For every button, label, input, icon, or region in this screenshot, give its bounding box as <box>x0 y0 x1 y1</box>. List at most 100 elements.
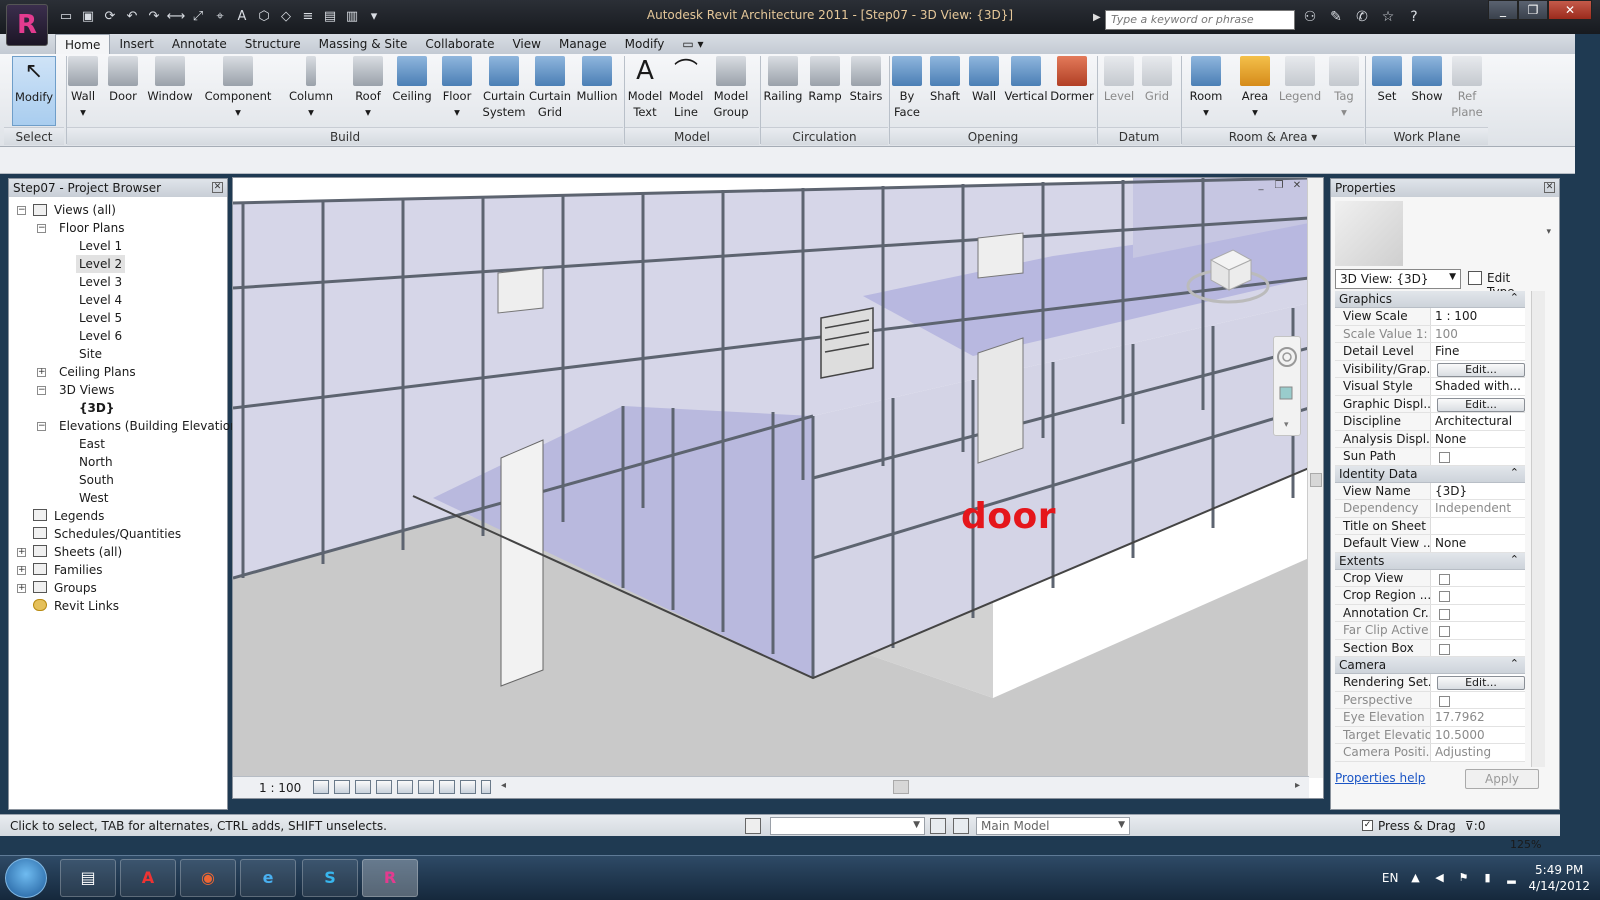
stairs-button[interactable]: Stairs <box>846 56 886 104</box>
door-button[interactable]: Door <box>106 56 140 104</box>
open-icon[interactable]: ▭ <box>56 8 76 26</box>
collapse-icon[interactable]: − <box>37 386 46 395</box>
subscription-icon[interactable]: ✎ <box>1326 8 1346 26</box>
expand-icon[interactable]: + <box>17 548 26 557</box>
filter-count[interactable]: ⊽:0 <box>1465 819 1485 833</box>
grid-button[interactable]: Grid <box>1140 56 1174 104</box>
default-view-template-field[interactable]: None <box>1430 535 1525 552</box>
show-crop-region-icon[interactable] <box>418 780 434 794</box>
annotation-crop-checkbox[interactable] <box>1439 608 1450 620</box>
rendering-settings-edit-button[interactable]: Edit... <box>1437 676 1525 690</box>
view-scale-button[interactable]: 1 : 100 <box>259 781 301 795</box>
analysis-display-field[interactable]: None <box>1430 430 1525 447</box>
shaft-button[interactable]: Shaft <box>928 56 962 104</box>
start-button[interactable] <box>5 858 47 898</box>
ref-plane-button[interactable]: Ref Plane <box>1450 56 1484 120</box>
revit-taskbar-icon[interactable]: R <box>362 859 418 897</box>
area-button[interactable]: Area ▾ <box>1238 56 1272 120</box>
collapse-icon[interactable]: − <box>37 422 46 431</box>
modify-button[interactable]: ↖ Modify <box>12 56 56 126</box>
clock[interactable]: 5:49 PM 4/14/2012 <box>1528 862 1590 894</box>
collapse-icon[interactable]: − <box>37 224 46 233</box>
save-icon[interactable]: ▣ <box>78 8 98 26</box>
vertical-scrollbar[interactable] <box>1307 178 1323 778</box>
sync-icon[interactable]: ⟳ <box>100 8 120 26</box>
room-button[interactable]: Room ▾ <box>1186 56 1226 120</box>
tree-groups[interactable]: Groups <box>54 579 97 597</box>
railing-button[interactable]: Railing <box>762 56 804 104</box>
tree-elevation-east[interactable]: East <box>79 435 105 453</box>
ribbon-minimize-toggle[interactable]: ▭ ▾ <box>673 34 712 54</box>
graphic-display-edit-button[interactable]: Edit... <box>1437 397 1525 412</box>
sun-path-icon[interactable] <box>355 780 371 794</box>
switch-windows-icon[interactable]: ▥ <box>342 8 362 26</box>
tree-level-1[interactable]: Level 1 <box>79 237 122 255</box>
far-clip-checkbox[interactable] <box>1439 626 1450 637</box>
vertical-scroll-thumb[interactable] <box>1310 473 1322 487</box>
crop-view-checkbox[interactable] <box>1439 573 1450 585</box>
undo-icon[interactable]: ↶ <box>122 8 142 26</box>
panel-room-area[interactable]: Room & Area ▾ <box>1182 127 1364 145</box>
tree-ceiling-plans[interactable]: Ceiling Plans <box>59 363 136 381</box>
favorites-icon[interactable]: ☆ <box>1378 8 1398 26</box>
tree-views-all[interactable]: Views (all) <box>54 201 116 219</box>
worksets-icon[interactable] <box>745 818 761 834</box>
workset-dropdown[interactable]: ▼ <box>770 817 925 835</box>
discipline-field[interactable]: Architectural <box>1430 413 1525 430</box>
view-restore-icon[interactable]: ❐ <box>1273 180 1285 192</box>
help-icon[interactable]: ? <box>1404 8 1424 26</box>
language-indicator[interactable]: EN <box>1382 871 1399 885</box>
apply-button[interactable]: Apply <box>1465 769 1539 789</box>
application-menu-button[interactable]: R <box>6 4 48 46</box>
type-selector-dropdown[interactable]: 3D View: {3D} ▼ <box>1335 269 1461 289</box>
file-explorer-icon[interactable]: ▤ <box>60 859 116 897</box>
dimension-icon[interactable]: ⤢ <box>188 8 208 26</box>
shadows-icon[interactable] <box>376 780 392 794</box>
tree-3d-views[interactable]: 3D Views <box>59 381 114 399</box>
scroll-left-icon[interactable]: ◂ <box>501 780 506 791</box>
tree-elevations[interactable]: Elevations (Building Elevation) <box>59 417 242 435</box>
legend-button[interactable]: Legend <box>1278 56 1322 104</box>
tab-collaborate[interactable]: Collaborate <box>416 34 503 54</box>
title-on-sheet-field[interactable] <box>1430 517 1525 534</box>
qat-dropdown-icon[interactable]: ▾ <box>364 8 384 26</box>
network-icon[interactable]: ▂ <box>1504 871 1518 885</box>
group-identity-data[interactable]: Identity Data ⌃ <box>1335 465 1525 483</box>
visibility-edit-button[interactable]: Edit... <box>1437 362 1525 377</box>
tree-revit-links[interactable]: Revit Links <box>54 597 119 615</box>
expand-icon[interactable]: + <box>37 368 46 377</box>
roof-button[interactable]: Roof ▾ <box>350 56 386 120</box>
detail-level-icon[interactable] <box>313 780 329 794</box>
wall-opening-button[interactable]: Wall <box>968 56 1000 104</box>
3d-view-icon[interactable]: ⬡ <box>254 8 274 26</box>
by-face-button[interactable]: By Face <box>892 56 922 120</box>
tree-level-2[interactable]: Level 2 <box>76 255 126 273</box>
floor-button[interactable]: Floor ▾ <box>440 56 474 120</box>
tag-button[interactable]: Tag ▾ <box>1328 56 1360 120</box>
expand-icon[interactable]: + <box>17 566 26 575</box>
group-extents[interactable]: Extents ⌃ <box>1335 552 1525 570</box>
tree-site[interactable]: Site <box>79 345 102 363</box>
tree-schedules[interactable]: Schedules/Quantities <box>54 525 181 543</box>
tab-structure[interactable]: Structure <box>236 34 310 54</box>
reveal-hidden-icon[interactable] <box>460 780 476 794</box>
design-option-dropdown[interactable]: Main Model ▼ <box>976 817 1130 835</box>
tab-home[interactable]: Home <box>55 34 111 54</box>
tree-level-4[interactable]: Level 4 <box>79 291 122 309</box>
close-icon[interactable]: ✕ <box>1544 182 1555 193</box>
measure-icon[interactable]: ⟷ <box>166 8 186 26</box>
tree-elevation-south[interactable]: South <box>79 471 114 489</box>
vertical-opening-button[interactable]: Vertical <box>1004 56 1048 104</box>
binoculars-icon[interactable]: ⚇ <box>1300 8 1320 26</box>
ramp-button[interactable]: Ramp <box>806 56 844 104</box>
tree-level-3[interactable]: Level 3 <box>79 273 122 291</box>
close-icon[interactable]: ✕ <box>212 182 223 193</box>
tag-icon[interactable]: ⌖ <box>210 8 230 26</box>
sun-path-checkbox[interactable] <box>1439 452 1450 463</box>
flag-icon[interactable]: ⚑ <box>1456 871 1470 885</box>
text-icon[interactable]: A <box>232 8 252 26</box>
tree-level-5[interactable]: Level 5 <box>79 309 122 327</box>
section-icon[interactable]: ◇ <box>276 8 296 26</box>
group-camera[interactable]: Camera ⌃ <box>1335 657 1525 674</box>
ceiling-button[interactable]: Ceiling <box>392 56 432 104</box>
